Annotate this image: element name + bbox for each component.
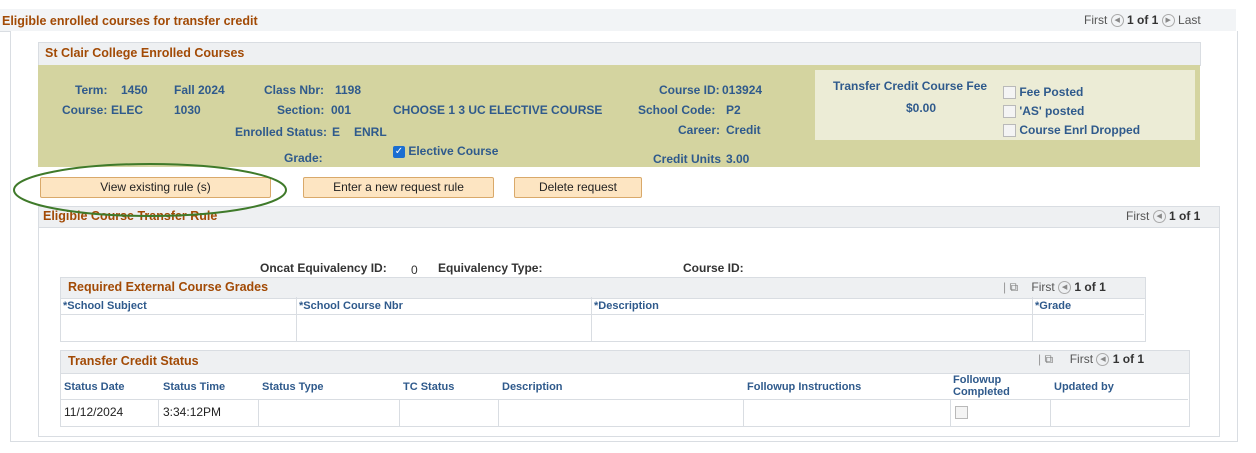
checkbox-icon bbox=[1003, 124, 1016, 138]
enrolled-status-code: E bbox=[332, 125, 341, 139]
annotation-ellipse bbox=[13, 163, 287, 217]
elective-label: Elective Course bbox=[408, 144, 499, 158]
pager-last-link[interactable]: Last bbox=[1178, 13, 1201, 27]
followup-completed-checkbox[interactable] bbox=[955, 406, 968, 419]
checkmark-icon: ✓ bbox=[393, 145, 405, 158]
pager-first-link[interactable]: First bbox=[1126, 209, 1149, 223]
class-nbr-label: Class Nbr: bbox=[264, 83, 325, 97]
popout-icon[interactable]: ⧉ bbox=[1009, 280, 1018, 294]
oncat-label: Oncat Equivalency ID: bbox=[260, 261, 387, 275]
top-pager: First ◀ 1 of 1 ▶ Last bbox=[1084, 13, 1201, 28]
fee-posted-checkbox[interactable]: Fee Posted bbox=[1003, 85, 1084, 100]
pager-first-link[interactable]: First bbox=[1070, 352, 1093, 366]
checkbox-icon bbox=[1003, 86, 1016, 100]
status-col-time[interactable]: Status Time bbox=[163, 381, 225, 393]
enrl-dropped-label: Course Enrl Dropped bbox=[1019, 123, 1141, 137]
as-posted-label: 'AS' posted bbox=[1019, 104, 1085, 118]
new-request-rule-button[interactable]: Enter a new request rule bbox=[303, 177, 494, 198]
rule-course-id-label: Course ID: bbox=[683, 261, 744, 275]
status-col-description[interactable]: Description bbox=[502, 381, 563, 393]
status-row-time: 3:34:12PM bbox=[163, 405, 222, 419]
popout-icon[interactable]: ⧉ bbox=[1044, 352, 1053, 366]
course-description: CHOOSE 1 3 UC ELECTIVE COURSE bbox=[393, 103, 603, 117]
elective-checkbox[interactable]: ✓ Elective Course bbox=[393, 144, 498, 158]
term-label: Term: bbox=[75, 83, 108, 97]
pager-first-link[interactable]: First bbox=[1084, 13, 1107, 27]
status-row-date: 11/12/2024 bbox=[64, 405, 124, 419]
equiv-type-label: Equivalency Type: bbox=[438, 261, 543, 275]
fee-value: $0.00 bbox=[906, 101, 937, 115]
pager-range: 1 of 1 bbox=[1127, 13, 1159, 27]
next-arrow-icon[interactable]: ▶ bbox=[1161, 14, 1175, 28]
class-nbr-value: 1198 bbox=[335, 83, 362, 97]
prev-arrow-icon[interactable]: ◀ bbox=[1110, 14, 1124, 28]
prev-arrow-icon[interactable]: ◀ bbox=[1058, 281, 1072, 295]
status-col-type[interactable]: Status Type bbox=[262, 381, 324, 393]
status-grid-header bbox=[60, 350, 1190, 374]
delete-request-button[interactable]: Delete request bbox=[514, 177, 642, 198]
course-id-label: Course ID: bbox=[659, 83, 720, 97]
credit-units-label: Credit Units bbox=[653, 152, 722, 166]
career-value: Credit bbox=[726, 123, 761, 137]
grades-col-grade[interactable]: *Grade bbox=[1035, 300, 1071, 312]
oncat-value: 0 bbox=[411, 263, 418, 277]
page-title: Eligible enrolled courses for transfer c… bbox=[2, 14, 258, 28]
fee-title: Transfer Credit Course Fee bbox=[833, 79, 988, 93]
course-subject: ELEC bbox=[111, 103, 144, 117]
term-value: 1450 bbox=[121, 83, 148, 97]
pager-first-link[interactable]: First bbox=[1031, 280, 1054, 294]
course-number: 1030 bbox=[174, 103, 201, 117]
school-code-value: P2 bbox=[726, 103, 741, 117]
credit-units-value: 3.00 bbox=[726, 152, 750, 166]
school-code-label: School Code: bbox=[638, 103, 716, 117]
course-label: Course: bbox=[62, 103, 108, 117]
pager-range: 1 of 1 bbox=[1074, 280, 1106, 294]
course-id-value: 013924 bbox=[722, 83, 763, 97]
fee-posted-label: Fee Posted bbox=[1019, 85, 1084, 99]
rule-pager: First ◀ 1 of 1 bbox=[1126, 209, 1201, 224]
status-col-followup-completed[interactable]: Followup Completed bbox=[953, 374, 1013, 398]
section-label: Section: bbox=[277, 103, 325, 117]
checkbox-icon bbox=[1003, 105, 1016, 119]
term-name: Fall 2024 bbox=[174, 83, 225, 97]
as-posted-checkbox[interactable]: 'AS' posted bbox=[1003, 104, 1085, 119]
pager-range: 1 of 1 bbox=[1169, 209, 1201, 223]
grades-pager: | ⧉ First ◀ 1 of 1 bbox=[1003, 280, 1106, 295]
status-col-date[interactable]: Status Date bbox=[64, 381, 125, 393]
status-col-tc-status[interactable]: TC Status bbox=[403, 381, 454, 393]
prev-arrow-icon[interactable]: ◀ bbox=[1152, 210, 1166, 224]
enrolled-status-desc: ENRL bbox=[354, 125, 387, 139]
status-col-updated-by[interactable]: Updated by bbox=[1054, 381, 1114, 393]
grades-col-course-nbr[interactable]: *School Course Nbr bbox=[299, 300, 403, 312]
status-col-followup-instr[interactable]: Followup Instructions bbox=[747, 381, 861, 393]
status-grid-title: Transfer Credit Status bbox=[68, 354, 199, 368]
grades-grid-title: Required External Course Grades bbox=[68, 280, 269, 294]
pager-range: 1 of 1 bbox=[1112, 352, 1145, 366]
career-label: Career: bbox=[678, 123, 721, 137]
enrl-dropped-checkbox[interactable]: Course Enrl Dropped bbox=[1003, 123, 1141, 138]
grades-col-description[interactable]: *Description bbox=[594, 300, 659, 312]
prev-arrow-icon[interactable]: ◀ bbox=[1096, 353, 1110, 367]
section-value: 001 bbox=[331, 103, 352, 117]
status-pager: | ⧉ First ◀ 1 of 1 bbox=[1038, 352, 1145, 367]
enrolled-section-title: St Clair College Enrolled Courses bbox=[45, 46, 245, 60]
grades-col-subject[interactable]: *School Subject bbox=[63, 300, 147, 312]
enrolled-status-label: Enrolled Status: bbox=[235, 125, 328, 139]
